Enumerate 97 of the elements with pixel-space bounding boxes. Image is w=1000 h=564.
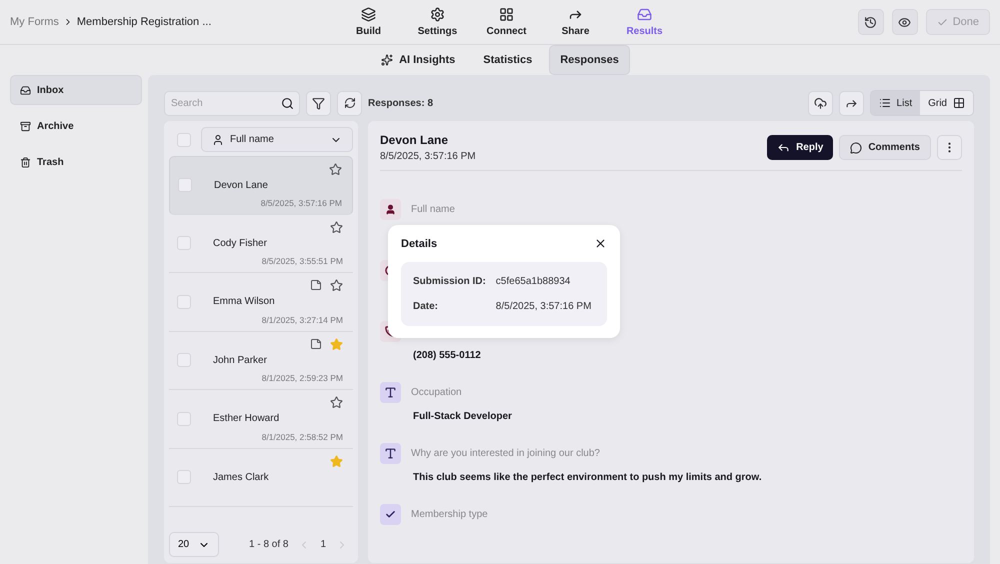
inbox-icon — [637, 7, 652, 22]
layers-icon — [361, 7, 376, 22]
cloud-upload-button[interactable] — [808, 90, 833, 116]
detail-label: Date: — [413, 301, 440, 312]
star-icon[interactable] — [330, 279, 343, 292]
gear-icon — [430, 7, 445, 22]
reply-arrow-icon — [777, 141, 790, 154]
response-row[interactable]: Devon Lane 8/5/2025, 3:57:16 PM — [169, 156, 353, 214]
star-icon[interactable] — [330, 338, 343, 350]
nav-tab[interactable]: Share — [547, 0, 604, 44]
view-toggle-button[interactable]: Grid — [920, 91, 973, 115]
respondent-name: Devon Lane — [380, 133, 450, 147]
response-name: James Clark — [213, 472, 269, 483]
search-icon[interactable] — [281, 96, 294, 110]
view-toggle-button[interactable]: List — [870, 91, 920, 115]
response-date: 8/5/2025, 3:57:16 PM — [260, 198, 342, 208]
checkbox[interactable] — [178, 178, 192, 192]
response-date: 8/1/2025, 2:58:52 PM — [262, 432, 343, 442]
inbox-icon — [20, 84, 31, 96]
response-name: John Parker — [213, 354, 267, 366]
response-name: Emma Wilson — [213, 296, 275, 308]
field-label: Occupation — [411, 387, 462, 398]
preview-button[interactable] — [892, 9, 918, 35]
response-name: Devon Lane — [214, 180, 268, 191]
sidebar-item[interactable]: Archive — [10, 111, 142, 141]
response-row[interactable]: Emma Wilson 8/1/2025, 3:27:14 PM — [169, 273, 353, 332]
checkbox[interactable] — [177, 470, 191, 484]
nav-tab[interactable]: Results — [616, 0, 673, 44]
response-date: 8/5/2025, 3:55:51 PM — [262, 256, 343, 266]
close-icon[interactable] — [594, 237, 607, 250]
responses-count: Responses: 8 — [368, 98, 434, 108]
column-select[interactable]: Full name — [201, 127, 353, 152]
trash-icon — [20, 156, 31, 168]
checkbox[interactable] — [177, 236, 191, 250]
sub-tab[interactable]: Statistics — [472, 45, 544, 75]
nav-tab[interactable]: Build — [340, 0, 397, 44]
eye-icon — [898, 16, 912, 28]
history-icon — [864, 16, 878, 28]
checkbox[interactable] — [177, 353, 191, 368]
field-value: Full-Stack Developer — [413, 411, 513, 422]
nav-tab[interactable]: Connect — [478, 0, 535, 44]
detail-value: c5fe65a1b88934 — [496, 276, 572, 287]
filter-icon — [312, 96, 325, 110]
reply-button[interactable]: Reply — [767, 135, 834, 160]
checkbox[interactable] — [177, 412, 191, 426]
speech-bubble-icon — [850, 142, 862, 154]
search-field[interactable]: Search — [164, 90, 300, 116]
page-range: 1 - 8 of 8 — [249, 539, 288, 550]
sparkles-icon — [381, 54, 394, 66]
sidebar-item[interactable]: Inbox — [10, 75, 142, 105]
comments-button[interactable]: Comments — [839, 135, 931, 160]
star-icon[interactable] — [329, 163, 342, 176]
field-label: Why are you interested in joining our club? — [411, 448, 600, 459]
share-button[interactable] — [838, 90, 864, 116]
grid-icon — [953, 97, 965, 109]
refresh-icon — [344, 97, 356, 109]
person-icon — [380, 199, 401, 220]
refresh-button[interactable] — [337, 90, 362, 116]
checkbox[interactable] — [177, 132, 191, 146]
sub-tab[interactable]: AI Insights — [370, 45, 466, 75]
field-value: (208) 555-0112 — [413, 350, 482, 361]
grid-icon — [499, 7, 514, 22]
response-date: 8/1/2025, 2:59:23 PM — [262, 373, 343, 383]
detail-label: Submission ID: — [413, 276, 486, 287]
response-name: Cody Fisher — [213, 238, 267, 249]
star-icon[interactable] — [330, 396, 343, 409]
check-icon — [380, 504, 401, 525]
sub-tab[interactable]: Responses — [549, 45, 630, 75]
field-label: Full name — [411, 204, 455, 215]
detail-value: 8/5/2025, 3:57:16 PM — [496, 301, 592, 312]
response-row[interactable]: James Clark — [169, 448, 353, 507]
person-icon — [212, 134, 224, 146]
cloud-upload-icon — [814, 96, 827, 110]
field-label: Membership type — [411, 509, 488, 520]
response-row[interactable]: Cody Fisher 8/5/2025, 3:55:51 PM — [169, 214, 353, 273]
breadcrumb-link[interactable]: Membership Registration ... — [76, 16, 212, 28]
check-icon — [936, 16, 948, 28]
checkbox[interactable] — [177, 294, 191, 309]
nav-tab[interactable]: Settings — [409, 0, 466, 44]
sidebar-item[interactable]: Trash — [10, 147, 142, 177]
text-type-icon — [380, 443, 401, 464]
popup-title: Details — [401, 238, 438, 250]
breadcrumb-link[interactable]: My Forms — [10, 16, 59, 28]
page-number[interactable]: 1 — [320, 539, 326, 550]
response-row[interactable]: John Parker 8/1/2025, 2:59:23 PM — [169, 332, 353, 390]
text-type-icon — [380, 382, 401, 403]
history-button[interactable] — [858, 9, 884, 35]
response-name: Esther Howard — [213, 413, 280, 424]
response-date: 8/1/2025, 3:27:14 PM — [262, 314, 343, 324]
archive-icon — [20, 120, 31, 132]
field-value: This club seems like the perfect environment to push my limits and grow. — [413, 472, 763, 483]
star-icon[interactable] — [330, 454, 343, 468]
star-icon[interactable] — [330, 220, 343, 234]
response-row[interactable]: Esther Howard 8/1/2025, 2:58:52 PM — [169, 390, 353, 448]
response-date: 8/5/2025, 3:57:16 PM — [380, 151, 477, 162]
page-size-select[interactable]: 20 — [169, 532, 219, 557]
filter-button[interactable] — [306, 90, 331, 116]
